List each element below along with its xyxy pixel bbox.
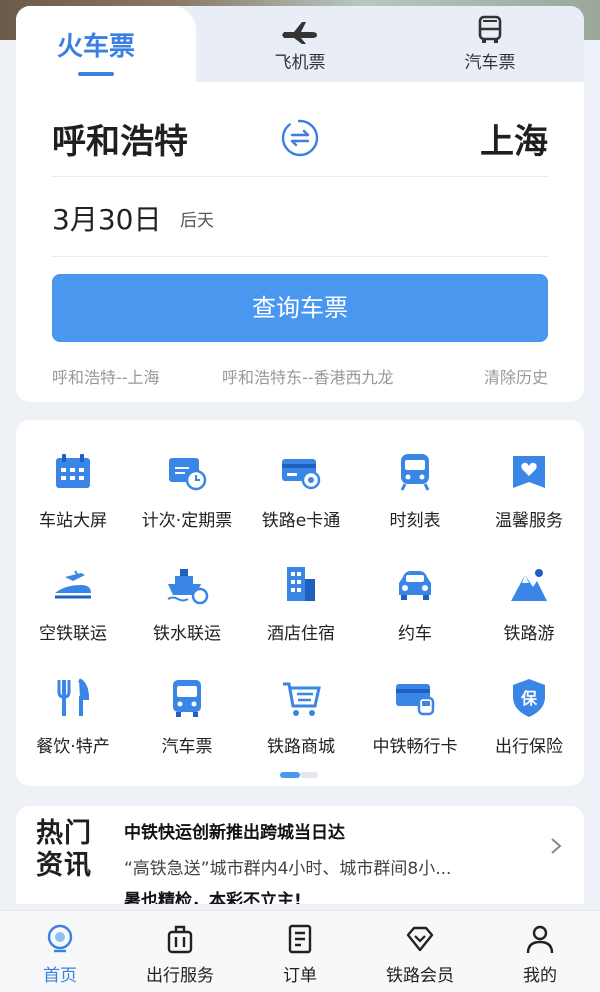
news-title: 中铁快运创新推出跨城当日达 <box>124 823 345 843</box>
tab-train[interactable]: 火车票 <box>16 6 196 84</box>
news-next-title: 暑也精检，本彩不立主! <box>124 891 302 904</box>
news-description: “高铁急送”城市群内4小时、城市群间8小... <box>124 859 452 879</box>
heart-box-icon <box>513 456 545 488</box>
fork-knife-icon <box>57 678 90 716</box>
service-rail-water[interactable]: 铁水联运 <box>130 563 244 663</box>
page-dot-active <box>280 772 300 778</box>
service-label: 出行保险 <box>495 737 563 757</box>
badge-line1: 热门 <box>36 818 92 849</box>
ticket-type-tabs: 火车票 飞机票 汽车票 <box>16 6 584 84</box>
nav-membership[interactable]: 铁路会员 <box>360 923 480 986</box>
service-timetable[interactable]: 时刻表 <box>358 450 472 550</box>
clear-history-link[interactable]: 清除历史 <box>484 364 548 388</box>
service-station-screen[interactable]: 车站大屏 <box>16 450 130 550</box>
chevron-right-icon[interactable] <box>548 836 564 856</box>
page-dot <box>300 772 318 778</box>
relative-date: 后天 <box>180 211 214 231</box>
nav-travel-service[interactable]: 出行服务 <box>120 923 240 986</box>
rail-card-icon <box>282 459 321 490</box>
service-period-ticket[interactable]: 计次·定期票 <box>130 450 244 550</box>
service-rail-ecard[interactable]: 铁路e卡通 <box>244 450 358 550</box>
service-label: 酒店住宿 <box>267 624 335 644</box>
calendar-screen-icon <box>56 454 90 488</box>
diamond-icon <box>406 926 434 952</box>
service-air-rail[interactable]: 空铁联运 <box>16 563 130 663</box>
hotel-building-icon <box>287 567 315 601</box>
hot-news-card[interactable]: 热门 资讯 中铁快运创新推出跨城当日达 “高铁急送”城市群内4小时、城市群间8小… <box>16 806 584 904</box>
service-label: 餐饮·特产 <box>36 737 110 757</box>
service-label: 车站大屏 <box>39 511 107 531</box>
booking-card: 火车票 飞机票 汽车票 呼和浩特 上海 3月30日 后天 查询车票 呼和浩特--… <box>16 6 584 402</box>
home-icon <box>47 924 73 953</box>
service-label: 时刻表 <box>389 511 441 531</box>
nav-label: 订单 <box>283 966 317 986</box>
service-label: 铁路e卡通 <box>261 511 341 531</box>
page-indicator <box>280 772 320 778</box>
ticket-clock-icon <box>169 458 207 491</box>
service-car[interactable]: 约车 <box>358 563 472 663</box>
service-label: 计次·定期票 <box>141 511 233 531</box>
nav-label: 铁路会员 <box>386 966 454 986</box>
tab-flight[interactable]: 飞机票 <box>240 14 360 74</box>
service-label: 铁路游 <box>503 624 555 644</box>
service-care[interactable]: 温馨服务 <box>472 450 586 550</box>
service-hotel[interactable]: 酒店住宿 <box>244 563 358 663</box>
plane-train-icon <box>55 570 91 599</box>
card-train-icon <box>396 684 435 716</box>
bottom-navigation: 首页 出行服务 订单 铁路会员 我的 <box>0 910 600 992</box>
ship-icon <box>167 569 209 605</box>
badge-line2: 资讯 <box>36 850 92 881</box>
service-bus-ticket[interactable]: 汽车票 <box>130 676 244 776</box>
service-food[interactable]: 餐饮·特产 <box>16 676 130 776</box>
service-label: 中铁畅行卡 <box>372 737 458 757</box>
tab-flight-label: 飞机票 <box>274 53 326 73</box>
airplane-icon <box>282 22 317 44</box>
service-label: 汽车票 <box>161 737 213 757</box>
nav-orders[interactable]: 订单 <box>240 923 360 986</box>
arrival-city[interactable]: 上海 <box>480 114 548 163</box>
history-item[interactable]: 呼和浩特东--香港西九龙 <box>222 364 394 388</box>
mountain-icon <box>511 569 547 601</box>
tab-train-label: 火车票 <box>56 32 135 62</box>
divider <box>52 176 548 177</box>
nav-profile[interactable]: 我的 <box>480 923 600 986</box>
luggage-icon <box>167 925 193 954</box>
shopping-cart-icon <box>283 682 321 716</box>
service-label: 铁路商城 <box>267 737 335 757</box>
service-rail-tour[interactable]: 铁路游 <box>472 563 586 663</box>
bus-icon <box>478 15 502 43</box>
person-icon <box>526 925 554 954</box>
services-grid: 车站大屏 计次·定期票 铁路e卡通 时刻表 温馨服务 空铁联运 铁水联运 酒店住… <box>16 420 584 786</box>
nav-label: 出行服务 <box>146 966 214 986</box>
tab-bus-label: 汽车票 <box>464 53 516 73</box>
svg-text:保: 保 <box>520 689 538 708</box>
service-label: 铁水联运 <box>153 624 221 644</box>
service-rail-mall[interactable]: 铁路商城 <box>244 676 358 776</box>
service-label: 温馨服务 <box>495 511 563 531</box>
service-label: 约车 <box>398 624 432 644</box>
search-tickets-button[interactable]: 查询车票 <box>52 274 548 342</box>
nav-label: 首页 <box>43 966 77 986</box>
swap-cities-icon[interactable] <box>280 118 320 158</box>
nav-home[interactable]: 首页 <box>0 923 120 986</box>
divider <box>52 256 548 257</box>
service-label: 空铁联运 <box>39 624 107 644</box>
order-list-icon <box>288 924 312 954</box>
nav-label: 我的 <box>523 966 557 986</box>
service-travel-card[interactable]: 中铁畅行卡 <box>358 676 472 776</box>
history-item[interactable]: 呼和浩特--上海 <box>52 364 160 388</box>
car-icon <box>399 571 431 600</box>
departure-city[interactable]: 呼和浩特 <box>52 114 188 163</box>
tab-bus[interactable]: 汽车票 <box>430 14 550 74</box>
tab-active-indicator <box>78 72 114 76</box>
insurance-shield-icon: 保 <box>513 679 545 717</box>
service-insurance[interactable]: 保 出行保险 <box>472 676 586 776</box>
bus-icon <box>173 680 201 717</box>
departure-date[interactable]: 3月30日 <box>52 198 161 238</box>
train-front-icon <box>400 454 430 491</box>
hot-news-badge: 热门 资讯 <box>36 818 100 882</box>
